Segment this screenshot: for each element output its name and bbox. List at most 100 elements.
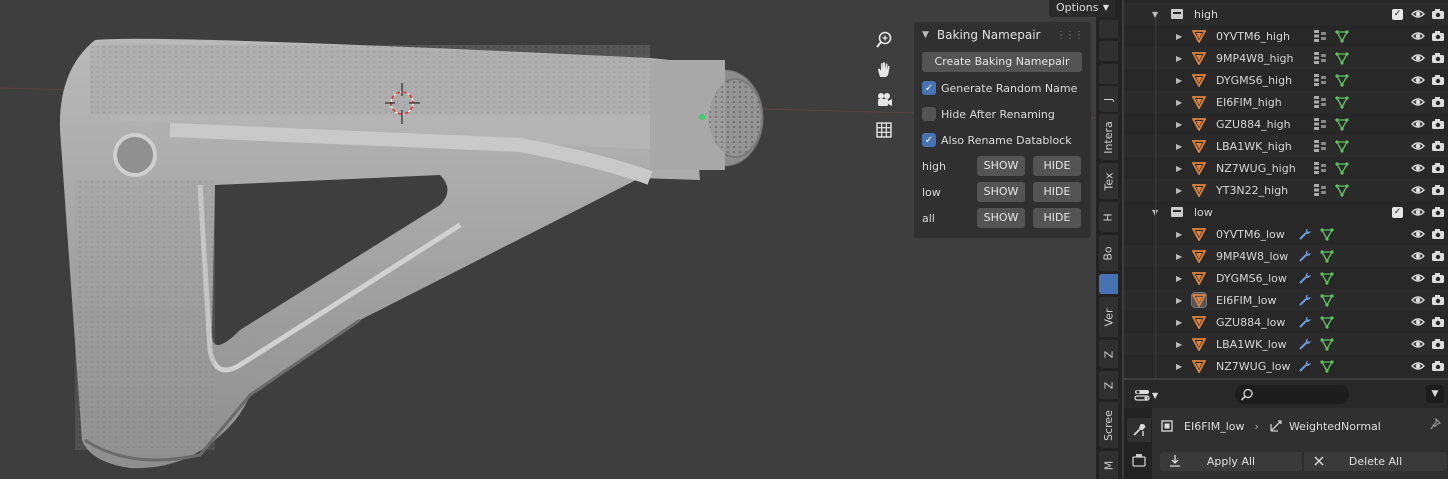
eye-icon[interactable]: [1411, 117, 1425, 131]
sidebar-tab[interactable]: [1099, 64, 1118, 84]
mesh-data-icon[interactable]: [1335, 73, 1349, 87]
sidebar-tab-bo[interactable]: Bo: [1099, 235, 1118, 271]
eye-icon[interactable]: [1411, 95, 1425, 109]
modifier-wrench-icon[interactable]: [1298, 271, 1312, 285]
sidebar-tab-scree[interactable]: Scree: [1099, 402, 1118, 448]
expand-chevron-icon[interactable]: ▶: [1176, 98, 1182, 107]
sidebar-tab-j[interactable]: J: [1099, 86, 1118, 112]
outliner-object-row[interactable]: ▶ YT3N22_high: [1124, 179, 1448, 201]
eye-icon[interactable]: [1411, 51, 1425, 65]
sidebar-tab-m[interactable]: M: [1099, 451, 1118, 479]
sidebar-tab[interactable]: [1099, 20, 1118, 38]
mesh-data-icon[interactable]: [1335, 139, 1349, 153]
camera-render-icon[interactable]: [1431, 117, 1445, 131]
modifier-stack-icon[interactable]: [1313, 139, 1327, 153]
object-name[interactable]: DYGMS6_high: [1216, 74, 1292, 87]
camera-render-icon[interactable]: [1431, 227, 1445, 241]
outliner-object-row[interactable]: ▶ NZ7WUG_low: [1124, 355, 1448, 377]
eye-icon[interactable]: [1411, 271, 1425, 285]
camera-render-icon[interactable]: [1431, 95, 1445, 109]
modifier-wrench-icon[interactable]: [1298, 359, 1312, 373]
modifier-wrench-icon[interactable]: [1298, 315, 1312, 329]
render-tab-icon[interactable]: [1127, 448, 1151, 472]
hide-after-renaming-checkbox[interactable]: Hide After Renaming: [914, 101, 1091, 127]
collapse-chevron-icon[interactable]: ▼: [922, 30, 929, 40]
mesh-data-icon[interactable]: [1320, 359, 1334, 373]
object-name[interactable]: 0YVTM6_low: [1216, 228, 1285, 241]
camera-render-icon[interactable]: [1431, 73, 1445, 87]
zoom-icon[interactable]: [872, 28, 896, 52]
modifier-stack-icon[interactable]: [1313, 29, 1327, 43]
camera-render-icon[interactable]: [1431, 139, 1445, 153]
checkbox-checked-icon[interactable]: ✓: [922, 81, 936, 95]
breadcrumb-modifier[interactable]: WeightedNormal: [1289, 420, 1381, 433]
outliner-object-row[interactable]: ▶ LBA1WK_high: [1124, 135, 1448, 157]
eye-icon[interactable]: [1411, 73, 1425, 87]
object-name[interactable]: DYGMS6_low: [1216, 272, 1287, 285]
sidebar-tab-h[interactable]: H: [1099, 202, 1118, 232]
hide-low-button[interactable]: HIDE: [1033, 182, 1081, 202]
mesh-object-icon[interactable]: [1191, 359, 1207, 374]
expand-chevron-icon[interactable]: ▶: [1176, 32, 1182, 41]
camera-render-icon[interactable]: [1431, 337, 1445, 351]
show-all-button[interactable]: SHOW: [977, 208, 1025, 228]
grid-ortho-icon[interactable]: [872, 118, 896, 142]
expand-chevron-icon[interactable]: ▶: [1176, 318, 1182, 327]
eye-icon[interactable]: [1411, 183, 1425, 197]
camera-render-icon[interactable]: [1431, 249, 1445, 263]
camera-render-icon[interactable]: [1431, 205, 1445, 219]
object-name[interactable]: GZU884_low: [1216, 316, 1285, 329]
object-name[interactable]: NZ7WUG_high: [1216, 162, 1296, 175]
mesh-object-icon[interactable]: [1191, 95, 1207, 110]
mesh-object-icon[interactable]: [1191, 315, 1207, 330]
eye-icon[interactable]: [1411, 293, 1425, 307]
eye-icon[interactable]: [1411, 337, 1425, 351]
object-name[interactable]: 0YVTM6_high: [1216, 30, 1290, 43]
breadcrumb-object[interactable]: EI6FIM_low: [1184, 420, 1245, 433]
mesh-object-icon[interactable]: [1191, 227, 1207, 242]
object-name[interactable]: 9MP4W8_low: [1216, 250, 1288, 263]
expand-chevron-icon[interactable]: ▶: [1176, 120, 1182, 129]
mesh-data-icon[interactable]: [1335, 117, 1349, 131]
sidebar-tab-active[interactable]: [1099, 274, 1118, 294]
mesh-object-icon[interactable]: [1191, 161, 1207, 176]
outliner-object-row[interactable]: ▶ DYGMS6_high: [1124, 69, 1448, 91]
also-rename-datablock-checkbox[interactable]: ✓ Also Rename Datablock: [914, 127, 1091, 153]
outliner-object-row[interactable]: ▶ EI6FIM_high: [1124, 91, 1448, 113]
3d-viewport[interactable]: ▼ Baking Namepair ⋮⋮⋮ Create Baking Name…: [0, 0, 1096, 479]
mesh-object-icon[interactable]: [1191, 249, 1207, 264]
outliner-object-row[interactable]: ▶ EI6FIM_low: [1124, 289, 1448, 311]
mesh-data-icon[interactable]: [1335, 51, 1349, 65]
sidebar-tab-z1[interactable]: Z: [1099, 340, 1118, 368]
outliner-object-row[interactable]: ▶ 9MP4W8_low: [1124, 245, 1448, 267]
expand-chevron-icon[interactable]: ▶: [1176, 362, 1182, 371]
generate-random-name-checkbox[interactable]: ✓ Generate Random Name: [914, 75, 1091, 101]
outliner-object-row[interactable]: ▶ 9MP4W8_high: [1124, 47, 1448, 69]
mesh-data-icon[interactable]: [1335, 183, 1349, 197]
modifier-stack-icon[interactable]: [1313, 117, 1327, 131]
pan-hand-icon[interactable]: [872, 58, 896, 82]
show-high-button[interactable]: SHOW: [977, 156, 1025, 176]
object-name[interactable]: EI6FIM_low: [1216, 294, 1277, 307]
eye-icon[interactable]: [1411, 249, 1425, 263]
options-dropdown[interactable]: Options ▼: [1049, 0, 1115, 17]
checkbox-checked-icon[interactable]: ✓: [922, 133, 936, 147]
camera-render-icon[interactable]: [1431, 183, 1445, 197]
eye-icon[interactable]: [1411, 359, 1425, 373]
expand-chevron-icon[interactable]: ▶: [1176, 76, 1182, 85]
mesh-data-icon[interactable]: [1335, 29, 1349, 43]
mesh-object-icon[interactable]: [1191, 117, 1207, 132]
expand-chevron-icon[interactable]: ▶: [1176, 230, 1182, 239]
hide-all-button[interactable]: HIDE: [1033, 208, 1081, 228]
object-name[interactable]: LBA1WK_low: [1216, 338, 1287, 351]
mesh-object-icon[interactable]: [1191, 292, 1207, 308]
object-name[interactable]: NZ7WUG_low: [1216, 360, 1291, 373]
sidebar-tab-z2[interactable]: Z: [1099, 371, 1118, 399]
properties-search-input[interactable]: [1235, 385, 1349, 404]
modifier-wrench-icon[interactable]: [1298, 249, 1312, 263]
sidebar-tab-tex[interactable]: Tex: [1099, 163, 1118, 199]
drag-grip-icon[interactable]: ⋮⋮⋮: [1056, 30, 1084, 41]
modifier-stack-icon[interactable]: [1313, 95, 1327, 109]
exclude-checkbox-icon[interactable]: ✓: [1392, 8, 1403, 20]
mesh-data-icon[interactable]: [1320, 249, 1334, 263]
